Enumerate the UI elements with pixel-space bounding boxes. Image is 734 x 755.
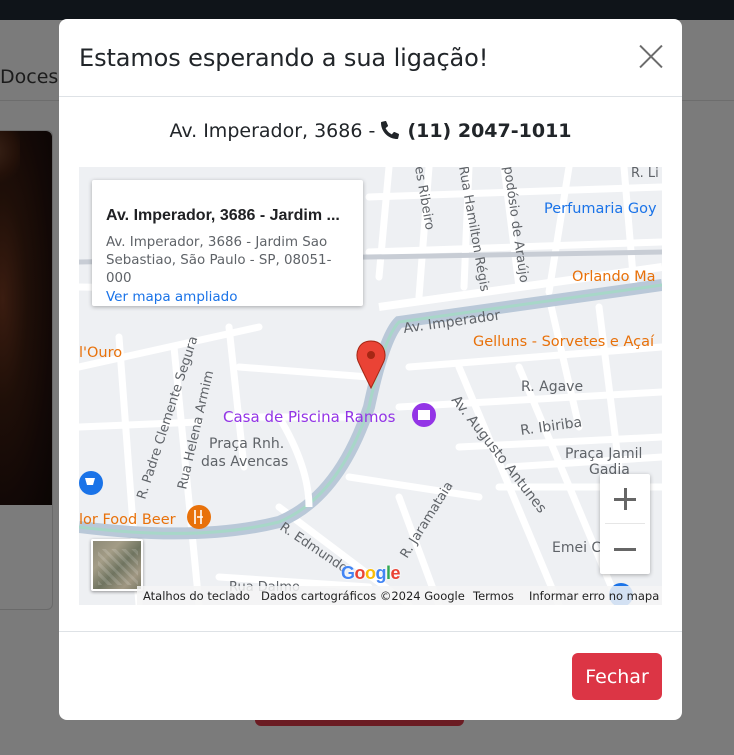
- google-logo: Google: [341, 563, 401, 583]
- terms-link[interactable]: Termos: [473, 589, 514, 603]
- map-label-gelluns: Gelluns - Sorvetes e Açaí: [473, 334, 655, 350]
- zoom-in-button[interactable]: [600, 474, 650, 524]
- phone-number: (11) 2047-1011: [407, 120, 572, 142]
- map-zoom-controls: [600, 474, 650, 574]
- contact-modal: Estamos esperando a sua ligação! Av. Imp…: [59, 19, 682, 720]
- address-line: Av. Imperador, 3686 - (11) 2047-1011: [59, 120, 682, 142]
- map-label-food-beer: lor Food Beer: [79, 512, 176, 528]
- map-label-perfumaria: Perfumaria Goy: [544, 201, 657, 217]
- map-label-emei: Emei C: [552, 540, 601, 556]
- address-text: Av. Imperador, 3686 -: [169, 120, 376, 142]
- map-data-credit: Dados cartográficos ©2024 Google: [261, 589, 465, 603]
- background-top-bar: [0, 0, 734, 20]
- map-label-praca-rnh-2: das Avencas: [201, 454, 288, 470]
- map-label-casa-piscina: Casa de Piscina Ramos: [223, 408, 396, 426]
- map-info-card: Av. Imperador, 3686 - Jardim ... Av. Imp…: [92, 180, 363, 306]
- map-label-praca-jamil-1: Praça Jamil: [565, 446, 642, 462]
- keyboard-shortcuts-link[interactable]: Atalhos do teclado: [143, 589, 250, 603]
- map-label-praca-rnh-1: Praça Rnh.: [209, 436, 284, 452]
- map-label-r-li: R. Li: [631, 167, 659, 181]
- map-info-address: Av. Imperador, 3686 - Jardim Sao Sebasti…: [106, 235, 332, 286]
- satellite-toggle-thumbnail[interactable]: [91, 539, 143, 591]
- modal-footer: Fechar: [59, 631, 682, 720]
- map-label-orlando: Orlando Ma: [572, 269, 656, 285]
- map-attribution-bar: Atalhos do teclado Dados cartográficos ©…: [137, 586, 662, 605]
- modal-header: Estamos esperando a sua ligação!: [59, 19, 682, 97]
- modal-title: Estamos esperando a sua ligação!: [79, 44, 489, 72]
- close-icon[interactable]: [638, 44, 664, 70]
- google-map[interactable]: es Ribeiro Rua Hamilton Régis podósio de…: [79, 167, 662, 605]
- phone-icon: [381, 121, 400, 139]
- zoom-out-button[interactable]: [600, 524, 650, 574]
- background-nav-item-doces: Doces: [0, 66, 59, 88]
- map-label-ouro: l'Ouro: [79, 345, 122, 361]
- background-product-image: [0, 131, 52, 505]
- report-map-error-link[interactable]: Informar erro no mapa: [529, 589, 659, 603]
- view-larger-map-link[interactable]: Ver mapa ampliado: [106, 289, 238, 305]
- map-label-r-agave: R. Agave: [521, 379, 583, 395]
- map-info-title: Av. Imperador, 3686 - Jardim ...: [106, 207, 340, 224]
- close-button[interactable]: Fechar: [572, 653, 662, 700]
